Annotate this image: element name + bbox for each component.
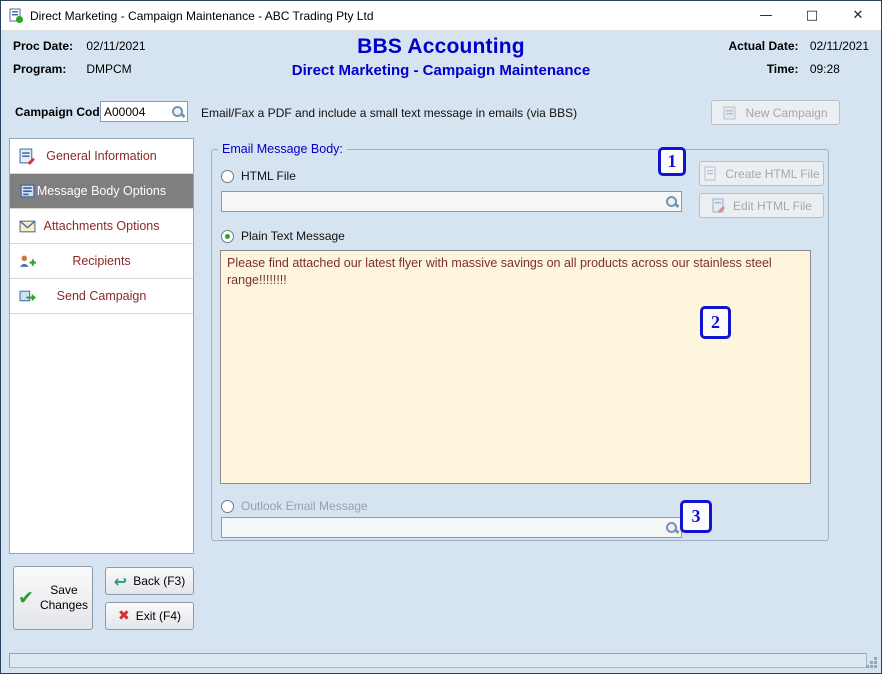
app-window: Direct Marketing - Campaign Maintenance …	[0, 0, 882, 674]
annotation-badge-3: 3	[680, 500, 712, 533]
sidebar-item-label: Message Body Options	[37, 184, 166, 198]
send-campaign-icon	[19, 288, 36, 305]
html-file-lookup-icon[interactable]	[665, 195, 679, 209]
attachments-options-icon	[19, 218, 36, 235]
recipients-icon	[19, 253, 36, 270]
campaign-description: Email/Fax a PDF and include a small text…	[201, 106, 577, 120]
new-campaign-label: New Campaign	[745, 106, 827, 120]
html-file-radio-label: HTML File	[241, 169, 296, 183]
minimize-button[interactable]: —	[743, 1, 789, 30]
window-controls: — □ ✕	[743, 1, 881, 30]
save-check-icon: ✔	[18, 587, 34, 609]
plain-text-radio-label: Plain Text Message	[241, 229, 345, 243]
sidebar-item-general-information[interactable]: General Information	[10, 139, 193, 174]
message-body-options-icon	[19, 183, 36, 200]
sidebar-item-label: Attachments Options	[43, 219, 159, 233]
outlook-radio-row[interactable]: Outlook Email Message	[221, 499, 368, 513]
time-label: Time:	[720, 62, 798, 76]
html-file-path-field	[221, 191, 682, 212]
outlook-path-input[interactable]	[222, 518, 665, 537]
edit-html-file-button[interactable]: Edit HTML File	[699, 193, 824, 218]
campaign-code-label: Campaign Code:	[15, 105, 110, 119]
time-value: 09:28	[810, 62, 840, 76]
sidebar-item-label: Send Campaign	[57, 289, 147, 303]
back-button[interactable]: ↩ Back (F3)	[105, 567, 194, 595]
plain-text-radio-row[interactable]: Plain Text Message	[221, 229, 345, 243]
exit-x-icon: ✖	[118, 608, 130, 624]
outlook-path-field	[221, 517, 682, 538]
edit-html-file-label: Edit HTML File	[733, 199, 812, 213]
campaign-code-lookup-icon[interactable]	[171, 105, 185, 119]
back-label: Back (F3)	[133, 574, 185, 588]
exit-label: Exit (F4)	[136, 609, 181, 623]
header-right: Actual Date: 02/11/2021 Time: 09:28	[720, 39, 869, 85]
title-bar: Direct Marketing - Campaign Maintenance …	[1, 1, 881, 31]
annotation-badge-1: 1	[658, 147, 686, 176]
create-html-file-label: Create HTML File	[725, 167, 819, 181]
sidebar-item-recipients[interactable]: Recipients	[10, 244, 193, 279]
actual-date-value: 02/11/2021	[810, 39, 869, 53]
outlook-email-radio-label: Outlook Email Message	[241, 499, 368, 513]
save-changes-label: Save Changes	[40, 583, 88, 613]
sidebar-item-send-campaign[interactable]: Send Campaign	[10, 279, 193, 314]
app-icon	[8, 8, 24, 24]
new-campaign-icon	[723, 105, 739, 121]
plain-text-radio[interactable]	[221, 230, 234, 243]
create-html-file-button[interactable]: Create HTML File	[699, 161, 824, 186]
save-changes-button[interactable]: ✔ Save Changes	[13, 566, 93, 630]
annotation-badge-2: 2	[700, 306, 731, 339]
maximize-button[interactable]: □	[789, 1, 835, 30]
html-file-path-input[interactable]	[222, 192, 665, 211]
campaign-code-field	[100, 101, 188, 122]
exit-button[interactable]: ✖ Exit (F4)	[105, 602, 194, 630]
campaign-bar: Campaign Code: Email/Fax a PDF and inclu…	[1, 97, 881, 131]
html-file-radio[interactable]	[221, 170, 234, 183]
campaign-code-input[interactable]	[101, 102, 171, 121]
close-button[interactable]: ✕	[835, 1, 881, 30]
resize-grip[interactable]	[865, 656, 878, 669]
email-message-body-group: Email Message Body: HTML File Create HTM…	[211, 142, 829, 541]
html-file-radio-row[interactable]: HTML File	[221, 169, 296, 183]
header: Proc Date: 02/11/2021 Program: DMPCM BBS…	[1, 31, 881, 97]
outlook-lookup-icon[interactable]	[665, 521, 679, 535]
sidebar-item-message-body-options[interactable]: Message Body Options	[10, 174, 193, 209]
sidebar-item-label: General Information	[46, 149, 156, 163]
back-arrow-icon: ↩	[114, 572, 127, 591]
sidebar-nav: General Information Message Body Options	[9, 138, 194, 554]
actual-date-label: Actual Date:	[720, 39, 798, 53]
plain-text-message-textarea[interactable]: Please find attached our latest flyer wi…	[220, 250, 811, 484]
email-message-body-legend: Email Message Body:	[218, 142, 347, 156]
create-html-file-icon	[703, 166, 719, 182]
sidebar-item-label: Recipients	[72, 254, 130, 268]
edit-html-file-icon	[711, 198, 727, 214]
sidebar-item-attachments-options[interactable]: Attachments Options	[10, 209, 193, 244]
status-bar	[9, 653, 867, 668]
new-campaign-button[interactable]: New Campaign	[711, 100, 840, 125]
outlook-email-radio[interactable]	[221, 500, 234, 513]
general-information-icon	[19, 148, 36, 165]
window-title: Direct Marketing - Campaign Maintenance …	[30, 9, 743, 23]
